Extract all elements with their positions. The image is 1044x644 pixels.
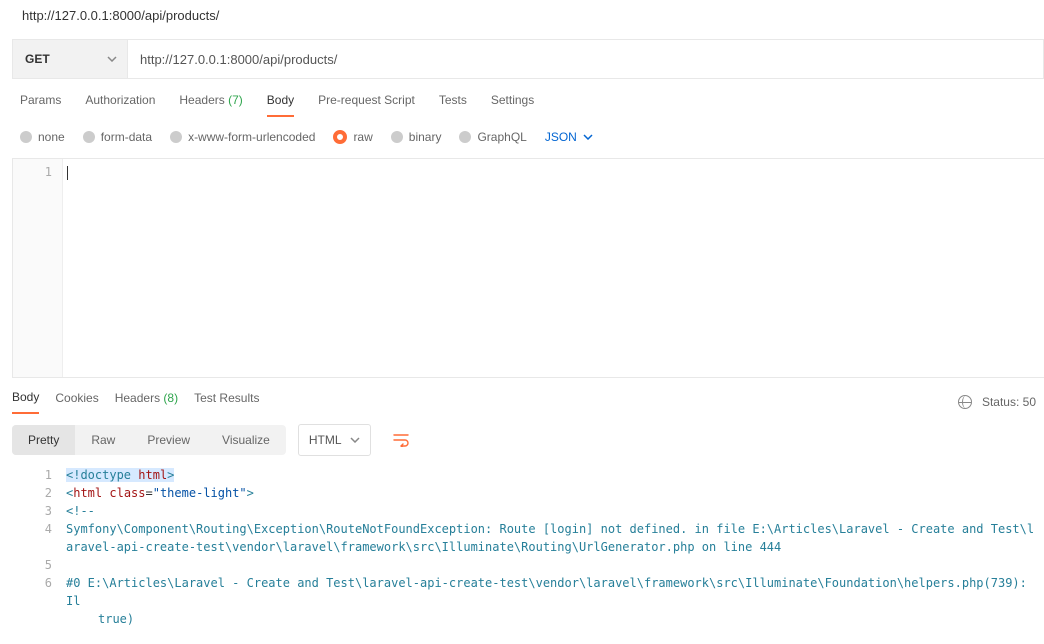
body-format-select[interactable]: JSON	[545, 130, 593, 144]
chevron-down-icon	[583, 134, 593, 140]
code-line: #0 E:\Articles\Laravel - Create and Test…	[66, 574, 1040, 610]
code-line: <!doctype html>	[66, 466, 1040, 484]
response-tabs: Body Cookies Headers (8) Test Results St…	[12, 378, 1044, 414]
tab-prerequest[interactable]: Pre-request Script	[318, 93, 415, 117]
editor-body[interactable]	[63, 159, 1044, 377]
radio-icon	[170, 131, 182, 143]
tab-headers[interactable]: Headers (7)	[179, 93, 242, 117]
radio-icon	[459, 131, 471, 143]
radio-icon	[333, 130, 347, 144]
request-body-editor[interactable]: 1	[12, 158, 1044, 378]
request-tabs: Params Authorization Headers (7) Body Pr…	[12, 79, 1044, 118]
chevron-down-icon	[350, 437, 360, 443]
http-method-select[interactable]: GET	[12, 39, 128, 79]
app-window: http://127.0.0.1:8000/api/products/ GET …	[0, 0, 1044, 644]
response-body: 1 2 3 4 5 6 <!doctype html><html class="…	[12, 464, 1044, 644]
request-title: http://127.0.0.1:8000/api/products/	[12, 0, 1044, 39]
radio-raw[interactable]: raw	[333, 130, 372, 144]
response-tab-body[interactable]: Body	[12, 390, 39, 414]
tab-settings[interactable]: Settings	[491, 93, 534, 117]
tab-authorization[interactable]: Authorization	[85, 93, 155, 117]
code-line: Symfony\Component\Routing\Exception\Rout…	[66, 520, 1040, 556]
tab-params[interactable]: Params	[20, 93, 61, 117]
view-mode-group: Pretty Raw Preview Visualize	[12, 425, 286, 455]
request-row: GET http://127.0.0.1:8000/api/products/	[12, 39, 1044, 79]
view-preview[interactable]: Preview	[131, 425, 206, 455]
radio-icon	[391, 131, 403, 143]
response-tab-test-results[interactable]: Test Results	[194, 391, 259, 413]
tab-body[interactable]: Body	[267, 93, 294, 117]
tab-headers-count: (7)	[228, 93, 243, 107]
tab-tests[interactable]: Tests	[439, 93, 467, 117]
body-type-row: none form-data x-www-form-urlencoded raw…	[12, 118, 1044, 158]
editor-gutter: 1	[13, 159, 63, 377]
view-raw[interactable]: Raw	[75, 425, 131, 455]
globe-icon[interactable]	[958, 395, 972, 409]
response-view-row: Pretty Raw Preview Visualize HTML	[12, 414, 1044, 464]
tab-headers-label: Headers	[179, 93, 228, 107]
status-label: Status: 50	[982, 395, 1036, 409]
view-pretty[interactable]: Pretty	[12, 425, 75, 455]
response-gutter: 1 2 3 4 5 6	[12, 464, 62, 644]
code-line	[66, 556, 1040, 574]
code-line: <!--	[66, 502, 1040, 520]
wrap-icon	[393, 433, 409, 447]
request-url-input[interactable]: http://127.0.0.1:8000/api/products/	[128, 39, 1044, 79]
line-number: 1	[13, 165, 52, 179]
wrap-lines-button[interactable]	[385, 424, 417, 456]
code-line: <html class="theme-light">	[66, 484, 1040, 502]
code-line: true)	[66, 610, 1040, 628]
radio-none[interactable]: none	[20, 130, 65, 144]
response-tab-cookies[interactable]: Cookies	[55, 391, 98, 413]
text-cursor	[67, 166, 68, 180]
response-format-select[interactable]: HTML	[298, 424, 371, 456]
view-visualize[interactable]: Visualize	[206, 425, 286, 455]
response-tab-headers[interactable]: Headers (8)	[115, 391, 178, 413]
http-method-label: GET	[25, 52, 50, 66]
radio-urlencoded[interactable]: x-www-form-urlencoded	[170, 130, 315, 144]
response-code[interactable]: <!doctype html><html class="theme-light"…	[62, 464, 1044, 644]
response-status-bar: Status: 50	[958, 395, 1036, 409]
radio-icon	[83, 131, 95, 143]
radio-icon	[20, 131, 32, 143]
radio-graphql[interactable]: GraphQL	[459, 130, 526, 144]
radio-form-data[interactable]: form-data	[83, 130, 152, 144]
chevron-down-icon	[107, 56, 117, 62]
radio-binary[interactable]: binary	[391, 130, 442, 144]
